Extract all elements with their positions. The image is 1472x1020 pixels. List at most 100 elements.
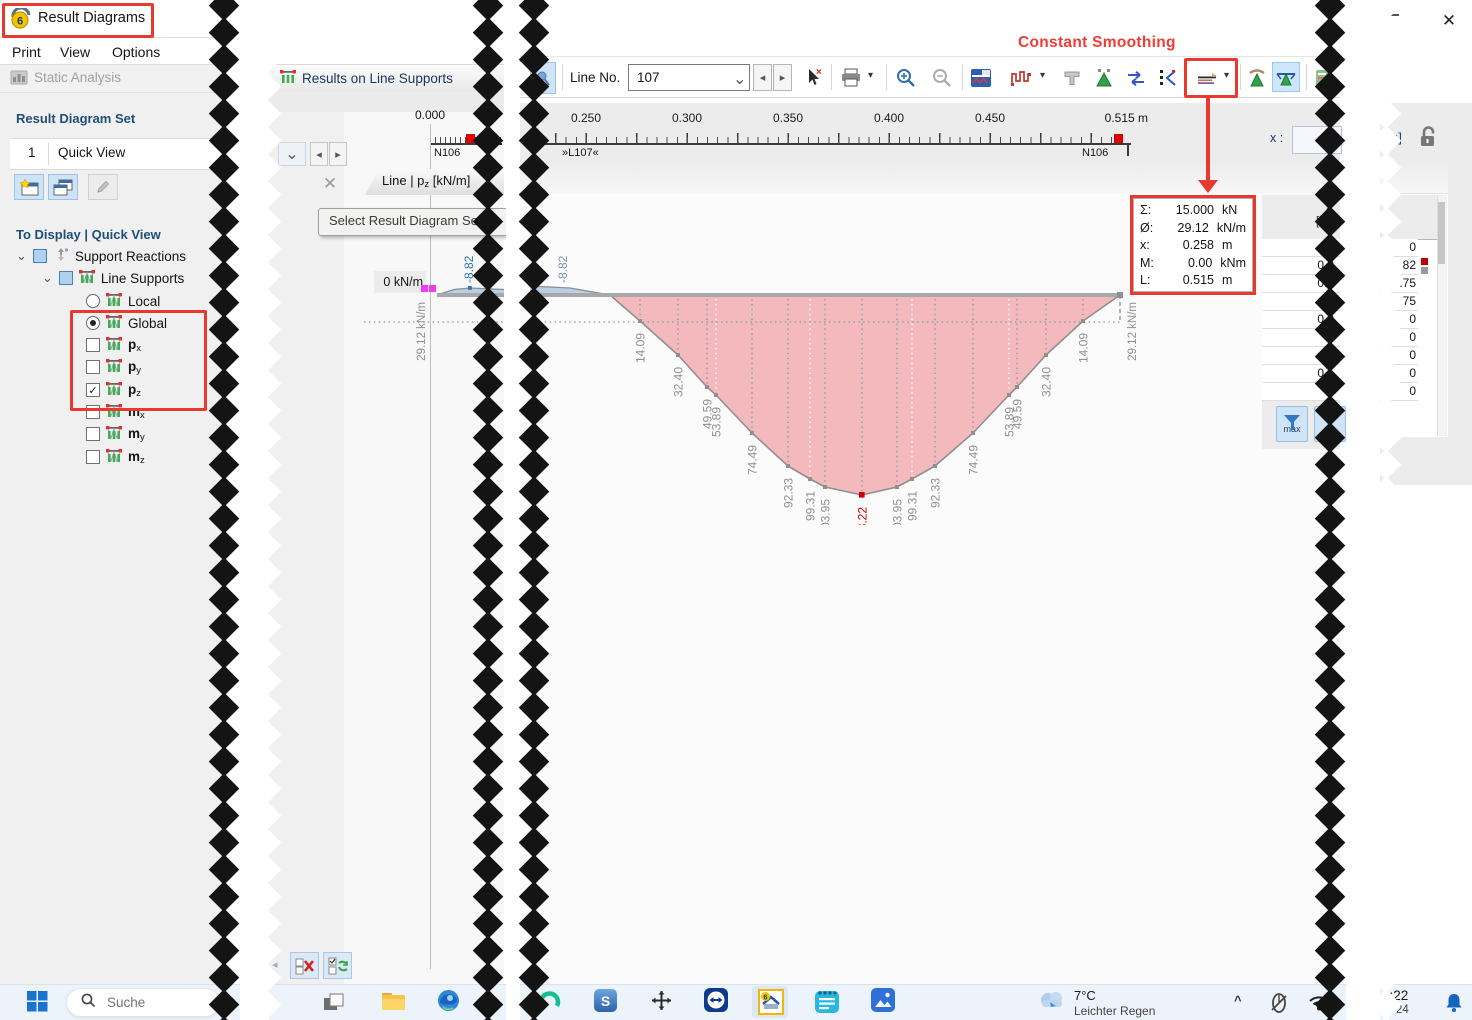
step-dropdown-icon[interactable]: ▾ — [1040, 70, 1045, 81]
s-app-icon[interactable]: S — [594, 989, 617, 1012]
ruler-end-marker[interactable] — [1114, 134, 1123, 143]
photos-app-icon[interactable] — [871, 988, 895, 1017]
results-all-supports-button[interactable] — [1272, 62, 1300, 92]
toggle-results-button[interactable] — [323, 952, 352, 979]
x-position-input[interactable] — [1292, 126, 1342, 154]
table-cell-x[interactable]: 0.0 — [1262, 257, 1340, 275]
rfem-taskbar-icon[interactable]: 6 — [758, 989, 784, 1020]
table-cell-value[interactable]: 0 — [1376, 329, 1418, 347]
smooth-results-button[interactable] — [1090, 64, 1118, 91]
chevron-down-icon[interactable]: ⌄ — [16, 248, 27, 264]
edge-browser-icon[interactable] — [437, 989, 460, 1017]
step-diagram-button[interactable] — [1006, 64, 1036, 91]
set-row[interactable]: 1 Quick View — [10, 138, 224, 170]
table-cell-x[interactable]: 0.0 — [1262, 311, 1340, 329]
weather-temp[interactable]: 7°C — [1074, 988, 1096, 1003]
support-reactions-checkbox[interactable] — [33, 249, 47, 263]
tree-item-my[interactable]: my — [86, 424, 145, 444]
table-cell-value[interactable]: 82 — [1376, 257, 1418, 275]
line-no-combobox[interactable]: 107 ⌄ — [628, 64, 750, 91]
table-cell-x[interactable]: 0.1 — [1262, 365, 1340, 383]
menu-options[interactable]: Options — [112, 44, 160, 60]
pick-line-button[interactable]: × — [798, 64, 826, 91]
menu-view[interactable]: View — [60, 44, 90, 60]
tree-item-local[interactable]: Local — [86, 291, 160, 311]
result-values-display-button[interactable] — [966, 64, 996, 91]
zoom-out-button[interactable] — [928, 64, 956, 91]
smoothing-button[interactable] — [1192, 64, 1222, 91]
table-cell-x[interactable]: 0.0 — [1262, 275, 1340, 293]
notification-bell-icon[interactable] — [1444, 992, 1464, 1018]
deselect-results-button[interactable] — [290, 952, 319, 979]
combo-chevron-icon[interactable]: ⌄ — [733, 69, 746, 89]
mouse-disabled-icon[interactable] — [1268, 992, 1290, 1019]
delete-set-button[interactable]: ✕ — [316, 171, 344, 197]
taskbar-search[interactable] — [66, 988, 220, 1017]
prev-set-button[interactable]: ◂ — [310, 142, 328, 166]
pz-checkbox[interactable]: ✓ — [86, 383, 100, 397]
file-explorer-icon[interactable] — [381, 991, 406, 1017]
extreme-values-button[interactable] — [1154, 64, 1182, 91]
filter-min-button[interactable] — [1314, 406, 1346, 442]
copy-set-button[interactable] — [48, 174, 78, 200]
close-button[interactable]: ✕ — [1435, 7, 1463, 35]
py-checkbox[interactable] — [86, 360, 100, 374]
table-cell-value[interactable]: 0 — [1376, 347, 1418, 365]
weather-icon[interactable] — [1036, 988, 1068, 1017]
results-on-supports-button[interactable] — [1244, 64, 1270, 91]
tray-chevron-icon[interactable]: ^ — [1234, 993, 1242, 1008]
unlock-icon[interactable] — [1416, 124, 1440, 155]
mx-checkbox[interactable] — [86, 405, 100, 419]
print-button[interactable] — [836, 64, 866, 91]
weather-desc[interactable]: Leichter Regen — [1074, 1004, 1155, 1018]
new-set-button[interactable] — [14, 174, 44, 200]
set-dropdown-button[interactable]: ⌄ — [278, 142, 306, 166]
table-scrollbar-thumb[interactable] — [1438, 202, 1445, 264]
table-cell-x[interactable]: 0. — [1262, 383, 1340, 401]
tree-item-py[interactable]: py — [86, 357, 141, 377]
table-cell-value[interactable]: .75 — [1376, 275, 1418, 293]
move-tool-icon[interactable] — [650, 989, 673, 1017]
tree-item-line-supports[interactable]: ⌄ Line Supports — [42, 268, 184, 288]
tree-item-px[interactable]: px — [86, 335, 141, 355]
notes-app-icon[interactable] — [815, 989, 839, 1018]
zoom-in-button[interactable] — [892, 64, 920, 91]
ruler-position-marker[interactable] — [466, 134, 475, 143]
table-cell-x[interactable]: 0. — [1262, 329, 1340, 347]
swap-direction-button[interactable] — [1122, 64, 1150, 91]
tree-item-support-reactions[interactable]: ⌄ Support Reactions — [16, 246, 186, 266]
search-input[interactable] — [105, 994, 189, 1011]
task-view-icon[interactable] — [322, 992, 345, 1018]
tree-item-mz[interactable]: mz — [86, 447, 145, 467]
table-cell-x[interactable]: 0. — [1262, 239, 1340, 257]
table-cell-value[interactable]: 0 — [1376, 383, 1418, 401]
start-button[interactable] — [27, 991, 48, 1017]
teamviewer-icon[interactable] — [704, 988, 728, 1017]
table-cell-x[interactable]: 0. — [1262, 293, 1340, 311]
filter-max-button[interactable]: max — [1276, 406, 1308, 442]
table-cell-value[interactable]: 0 — [1376, 239, 1418, 257]
print-dropdown-icon[interactable]: ▾ — [868, 70, 873, 81]
partial-toolbar-icon[interactable] — [1312, 64, 1334, 91]
table-cell-value[interactable]: 0 — [1376, 365, 1418, 383]
my-checkbox[interactable] — [86, 427, 100, 441]
clock-date-fragment[interactable]: 24 — [1396, 1004, 1409, 1016]
mz-checkbox[interactable] — [86, 450, 100, 464]
px-checkbox[interactable] — [86, 338, 100, 352]
tree-item-mx[interactable]: mx — [86, 402, 145, 422]
section-3d-button[interactable] — [1058, 64, 1086, 91]
pin-panel-button[interactable] — [530, 62, 556, 94]
smoothing-dropdown-icon[interactable]: ▾ — [1224, 70, 1229, 81]
table-cell-x[interactable]: 0. — [1262, 347, 1340, 365]
chevron-down-icon[interactable]: ⌄ — [42, 270, 53, 286]
next-line-button[interactable]: ▸ — [773, 64, 792, 91]
line-supports-checkbox[interactable] — [59, 271, 73, 285]
clock-time[interactable]: 4:22 — [1382, 988, 1408, 1003]
scroll-left-icon[interactable]: ◂ — [272, 958, 278, 971]
edit-set-button[interactable] — [88, 174, 118, 200]
tree-item-global[interactable]: Global — [86, 313, 167, 333]
menu-print[interactable]: Print — [12, 44, 41, 60]
prev-line-button[interactable]: ◂ — [753, 64, 772, 91]
table-cell-value[interactable]: 75 — [1376, 293, 1418, 311]
global-radio[interactable] — [86, 316, 100, 330]
